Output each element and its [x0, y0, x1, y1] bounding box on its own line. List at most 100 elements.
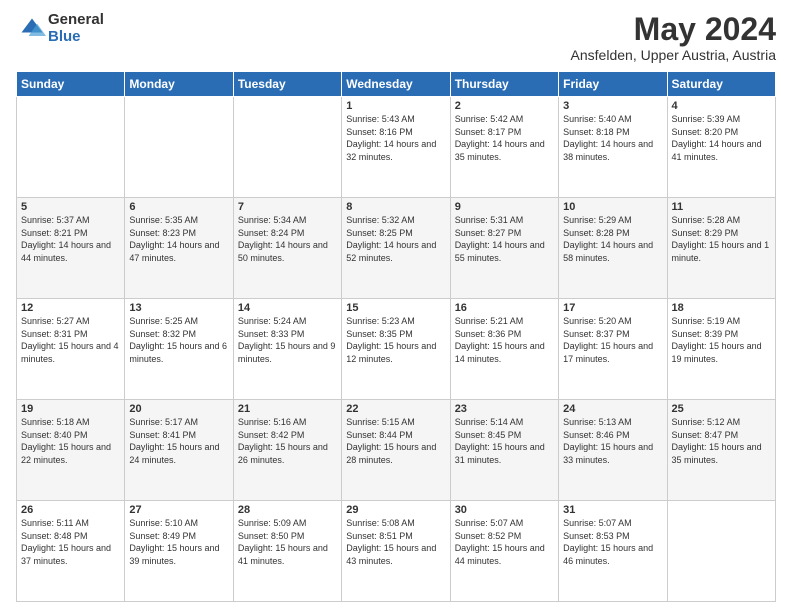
calendar-week-4: 26Sunrise: 5:11 AMSunset: 8:48 PMDayligh…	[17, 501, 776, 602]
table-row: 12Sunrise: 5:27 AMSunset: 8:31 PMDayligh…	[17, 299, 125, 400]
table-row: 6Sunrise: 5:35 AMSunset: 8:23 PMDaylight…	[125, 198, 233, 299]
table-row	[17, 97, 125, 198]
table-row: 1Sunrise: 5:43 AMSunset: 8:16 PMDaylight…	[342, 97, 450, 198]
day-number: 23	[455, 403, 554, 415]
table-row: 9Sunrise: 5:31 AMSunset: 8:27 PMDaylight…	[450, 198, 558, 299]
table-row	[667, 501, 775, 602]
day-number: 3	[563, 100, 662, 112]
header: General Blue May 2024 Ansfelden, Upper A…	[16, 12, 776, 63]
day-number: 4	[672, 100, 771, 112]
day-number: 5	[21, 201, 120, 213]
day-info: Sunrise: 5:13 AMSunset: 8:46 PMDaylight:…	[563, 416, 662, 466]
calendar-header-row: Sunday Monday Tuesday Wednesday Thursday…	[17, 72, 776, 97]
day-info: Sunrise: 5:11 AMSunset: 8:48 PMDaylight:…	[21, 517, 120, 567]
calendar: Sunday Monday Tuesday Wednesday Thursday…	[16, 71, 776, 602]
day-number: 2	[455, 100, 554, 112]
table-row	[125, 97, 233, 198]
calendar-week-1: 5Sunrise: 5:37 AMSunset: 8:21 PMDaylight…	[17, 198, 776, 299]
table-row: 21Sunrise: 5:16 AMSunset: 8:42 PMDayligh…	[233, 400, 341, 501]
calendar-week-0: 1Sunrise: 5:43 AMSunset: 8:16 PMDaylight…	[17, 97, 776, 198]
table-row: 17Sunrise: 5:20 AMSunset: 8:37 PMDayligh…	[559, 299, 667, 400]
day-info: Sunrise: 5:24 AMSunset: 8:33 PMDaylight:…	[238, 315, 337, 365]
day-info: Sunrise: 5:15 AMSunset: 8:44 PMDaylight:…	[346, 416, 445, 466]
day-number: 21	[238, 403, 337, 415]
day-number: 30	[455, 504, 554, 516]
day-number: 10	[563, 201, 662, 213]
day-number: 25	[672, 403, 771, 415]
day-number: 6	[129, 201, 228, 213]
day-number: 15	[346, 302, 445, 314]
day-info: Sunrise: 5:29 AMSunset: 8:28 PMDaylight:…	[563, 214, 662, 264]
day-info: Sunrise: 5:08 AMSunset: 8:51 PMDaylight:…	[346, 517, 445, 567]
day-info: Sunrise: 5:28 AMSunset: 8:29 PMDaylight:…	[672, 214, 771, 264]
day-info: Sunrise: 5:37 AMSunset: 8:21 PMDaylight:…	[21, 214, 120, 264]
day-number: 1	[346, 100, 445, 112]
day-info: Sunrise: 5:12 AMSunset: 8:47 PMDaylight:…	[672, 416, 771, 466]
day-info: Sunrise: 5:20 AMSunset: 8:37 PMDaylight:…	[563, 315, 662, 365]
header-saturday: Saturday	[667, 72, 775, 97]
day-number: 17	[563, 302, 662, 314]
page: General Blue May 2024 Ansfelden, Upper A…	[0, 0, 792, 612]
calendar-week-3: 19Sunrise: 5:18 AMSunset: 8:40 PMDayligh…	[17, 400, 776, 501]
day-number: 9	[455, 201, 554, 213]
table-row: 23Sunrise: 5:14 AMSunset: 8:45 PMDayligh…	[450, 400, 558, 501]
title-location: Ansfelden, Upper Austria, Austria	[571, 47, 776, 63]
day-info: Sunrise: 5:19 AMSunset: 8:39 PMDaylight:…	[672, 315, 771, 365]
day-info: Sunrise: 5:16 AMSunset: 8:42 PMDaylight:…	[238, 416, 337, 466]
day-number: 27	[129, 504, 228, 516]
table-row: 10Sunrise: 5:29 AMSunset: 8:28 PMDayligh…	[559, 198, 667, 299]
day-info: Sunrise: 5:34 AMSunset: 8:24 PMDaylight:…	[238, 214, 337, 264]
day-info: Sunrise: 5:17 AMSunset: 8:41 PMDaylight:…	[129, 416, 228, 466]
day-info: Sunrise: 5:18 AMSunset: 8:40 PMDaylight:…	[21, 416, 120, 466]
logo-icon	[18, 15, 46, 43]
day-number: 8	[346, 201, 445, 213]
title-month: May 2024	[571, 12, 776, 47]
table-row: 20Sunrise: 5:17 AMSunset: 8:41 PMDayligh…	[125, 400, 233, 501]
header-tuesday: Tuesday	[233, 72, 341, 97]
table-row: 25Sunrise: 5:12 AMSunset: 8:47 PMDayligh…	[667, 400, 775, 501]
day-info: Sunrise: 5:32 AMSunset: 8:25 PMDaylight:…	[346, 214, 445, 264]
header-thursday: Thursday	[450, 72, 558, 97]
calendar-week-2: 12Sunrise: 5:27 AMSunset: 8:31 PMDayligh…	[17, 299, 776, 400]
day-number: 11	[672, 201, 771, 213]
day-number: 19	[21, 403, 120, 415]
table-row: 8Sunrise: 5:32 AMSunset: 8:25 PMDaylight…	[342, 198, 450, 299]
table-row: 4Sunrise: 5:39 AMSunset: 8:20 PMDaylight…	[667, 97, 775, 198]
day-info: Sunrise: 5:40 AMSunset: 8:18 PMDaylight:…	[563, 113, 662, 163]
header-sunday: Sunday	[17, 72, 125, 97]
day-info: Sunrise: 5:09 AMSunset: 8:50 PMDaylight:…	[238, 517, 337, 567]
day-number: 7	[238, 201, 337, 213]
day-number: 14	[238, 302, 337, 314]
day-number: 20	[129, 403, 228, 415]
day-number: 13	[129, 302, 228, 314]
day-info: Sunrise: 5:43 AMSunset: 8:16 PMDaylight:…	[346, 113, 445, 163]
header-friday: Friday	[559, 72, 667, 97]
table-row: 16Sunrise: 5:21 AMSunset: 8:36 PMDayligh…	[450, 299, 558, 400]
day-number: 28	[238, 504, 337, 516]
header-wednesday: Wednesday	[342, 72, 450, 97]
day-info: Sunrise: 5:21 AMSunset: 8:36 PMDaylight:…	[455, 315, 554, 365]
day-number: 16	[455, 302, 554, 314]
table-row: 15Sunrise: 5:23 AMSunset: 8:35 PMDayligh…	[342, 299, 450, 400]
day-number: 12	[21, 302, 120, 314]
table-row: 28Sunrise: 5:09 AMSunset: 8:50 PMDayligh…	[233, 501, 341, 602]
table-row: 30Sunrise: 5:07 AMSunset: 8:52 PMDayligh…	[450, 501, 558, 602]
day-info: Sunrise: 5:42 AMSunset: 8:17 PMDaylight:…	[455, 113, 554, 163]
table-row: 24Sunrise: 5:13 AMSunset: 8:46 PMDayligh…	[559, 400, 667, 501]
day-info: Sunrise: 5:07 AMSunset: 8:52 PMDaylight:…	[455, 517, 554, 567]
table-row	[233, 97, 341, 198]
day-number: 26	[21, 504, 120, 516]
day-info: Sunrise: 5:07 AMSunset: 8:53 PMDaylight:…	[563, 517, 662, 567]
header-monday: Monday	[125, 72, 233, 97]
table-row: 22Sunrise: 5:15 AMSunset: 8:44 PMDayligh…	[342, 400, 450, 501]
day-info: Sunrise: 5:14 AMSunset: 8:45 PMDaylight:…	[455, 416, 554, 466]
day-info: Sunrise: 5:23 AMSunset: 8:35 PMDaylight:…	[346, 315, 445, 365]
day-number: 22	[346, 403, 445, 415]
day-info: Sunrise: 5:25 AMSunset: 8:32 PMDaylight:…	[129, 315, 228, 365]
table-row: 27Sunrise: 5:10 AMSunset: 8:49 PMDayligh…	[125, 501, 233, 602]
day-number: 18	[672, 302, 771, 314]
day-info: Sunrise: 5:10 AMSunset: 8:49 PMDaylight:…	[129, 517, 228, 567]
day-info: Sunrise: 5:27 AMSunset: 8:31 PMDaylight:…	[21, 315, 120, 365]
day-number: 29	[346, 504, 445, 516]
table-row: 26Sunrise: 5:11 AMSunset: 8:48 PMDayligh…	[17, 501, 125, 602]
